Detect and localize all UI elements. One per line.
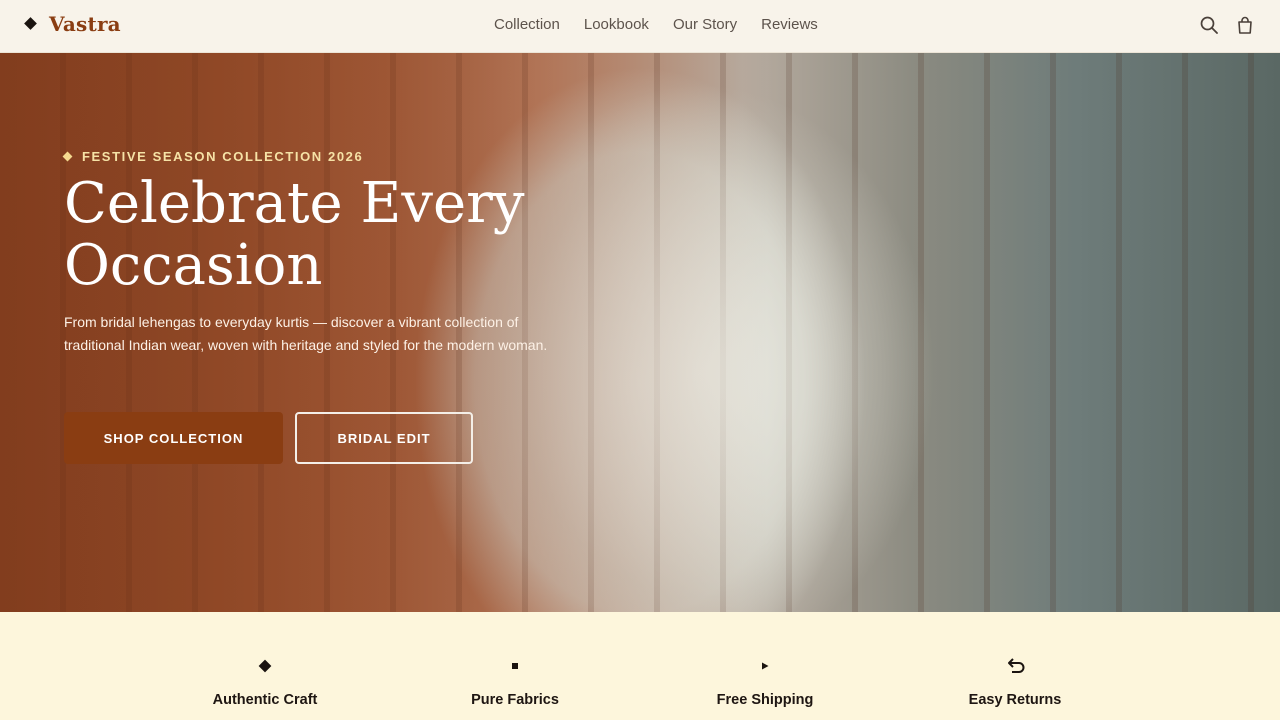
brand-logo[interactable]: Vastra <box>24 12 121 36</box>
feature-title: Pure Fabrics <box>471 692 559 708</box>
feature-title: Free Shipping <box>716 692 814 708</box>
main-nav: Collection Lookbook Our Story Reviews <box>494 16 842 33</box>
site-header: Vastra Collection Lookbook Our Story Rev… <box>0 0 1280 53</box>
bridal-edit-button[interactable]: BRIDAL EDIT <box>295 412 473 464</box>
play-icon <box>640 656 890 676</box>
features-strip: Authentic Craft Pure Fabrics Free Shippi… <box>0 612 1280 720</box>
square-icon <box>390 656 640 676</box>
nav-item-reviews[interactable]: Reviews <box>761 16 818 33</box>
hero-description: From bridal lehengas to everyday kurtis … <box>64 314 548 353</box>
brand-name: Vastra <box>49 12 121 36</box>
nav-item-collection[interactable]: Collection <box>494 16 560 33</box>
feature-title: Authentic Craft <box>212 692 318 708</box>
feature-easy-returns: Easy Returns <box>890 656 1140 708</box>
nav-item-lookbook[interactable]: Lookbook <box>584 16 649 33</box>
eyebrow-text: FESTIVE SEASON COLLECTION 2026 <box>82 149 364 164</box>
hero-title-line-2: Occasion <box>64 233 323 298</box>
diamond-icon <box>24 16 37 30</box>
feature-authentic-craft: Authentic Craft <box>140 656 390 708</box>
feature-pure-fabrics: Pure Fabrics <box>390 656 640 708</box>
diamond-icon <box>62 151 73 162</box>
feature-free-shipping: Free Shipping <box>640 656 890 708</box>
search-icon[interactable] <box>1200 16 1218 34</box>
return-arrow-icon <box>890 656 1140 676</box>
shop-collection-button[interactable]: SHOP COLLECTION <box>64 412 283 464</box>
diamond-icon <box>140 656 390 676</box>
header-actions <box>1200 16 1254 34</box>
hero-eyebrow: FESTIVE SEASON COLLECTION 2026 <box>62 149 364 164</box>
hero-title: Celebrate Every Occasion <box>64 173 624 297</box>
hero-title-line-1: Celebrate Every <box>64 171 525 236</box>
hero-section: FESTIVE SEASON COLLECTION 2026 Celebrate… <box>0 53 1280 612</box>
shopping-bag-icon[interactable] <box>1236 16 1254 34</box>
nav-item-our-story[interactable]: Our Story <box>673 16 737 33</box>
feature-title: Easy Returns <box>968 692 1062 708</box>
